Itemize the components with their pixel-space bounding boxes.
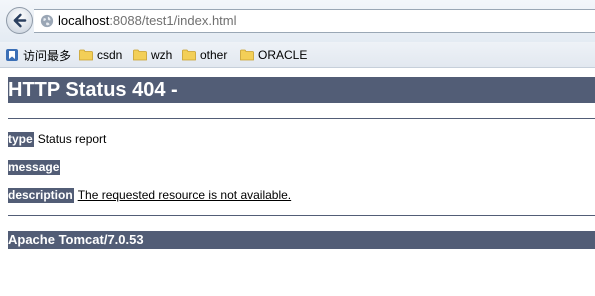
- divider-top: [8, 118, 595, 119]
- folder-icon: [182, 49, 196, 61]
- description-row: description The requested resource is not…: [8, 188, 291, 203]
- bookmark-folder-wzh[interactable]: wzh: [133, 46, 172, 64]
- address-bar[interactable]: localhost:8088/test1/index.html: [34, 9, 595, 33]
- url-text[interactable]: localhost:8088/test1/index.html: [58, 13, 237, 29]
- bookmark-folder-oracle[interactable]: ORACLE: [240, 46, 307, 64]
- back-button[interactable]: [6, 7, 33, 34]
- bookmark-folder-csdn[interactable]: csdn: [79, 46, 122, 64]
- type-row: type Status report: [8, 132, 106, 147]
- message-row: message: [8, 160, 64, 175]
- folder-icon: [133, 49, 147, 61]
- bookmark-label: 访问最多: [23, 48, 72, 63]
- message-label: message: [8, 160, 61, 175]
- description-value: The requested resource is not available.: [77, 188, 292, 202]
- navigation-toolbar: localhost:8088/test1/index.html: [0, 0, 595, 42]
- back-arrow-icon: [13, 13, 27, 28]
- bookmark-icon: [6, 49, 18, 61]
- bookmark-label: wzh: [151, 48, 173, 62]
- divider-bottom: [8, 215, 595, 216]
- globe-icon: [40, 14, 54, 28]
- description-label: description: [8, 188, 74, 203]
- bookmarks-toolbar: 访问最多 csdn wzh other ORACLE: [0, 42, 595, 68]
- bookmark-label: csdn: [97, 48, 123, 62]
- page-title: HTTP Status 404 -: [8, 77, 595, 103]
- server-footer: Apache Tomcat/7.0.53: [8, 231, 595, 249]
- folder-icon: [79, 49, 93, 61]
- folder-icon: [240, 49, 254, 61]
- url-path: :8088/test1/index.html: [109, 13, 237, 28]
- type-value: Status report: [37, 132, 107, 146]
- url-host: localhost: [58, 13, 110, 28]
- type-label: type: [8, 132, 34, 147]
- bookmark-most-visited[interactable]: 访问最多: [5, 46, 71, 64]
- bookmark-folder-other[interactable]: other: [182, 46, 227, 64]
- bookmark-label: ORACLE: [258, 48, 308, 62]
- bookmark-label: other: [200, 48, 228, 62]
